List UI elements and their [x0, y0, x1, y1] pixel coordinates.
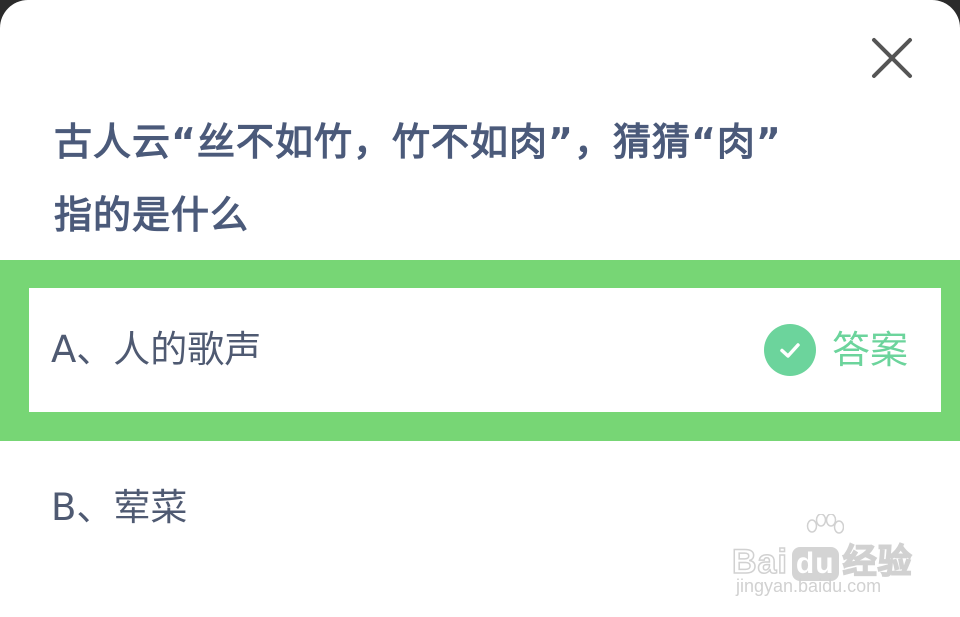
quiz-dialog: 古人云“丝不如竹，竹不如肉”，猜猜“肉” 指的是什么 A、人的歌声 答案 B、荤… [0, 0, 960, 617]
option-b[interactable]: B、荤菜 [29, 446, 941, 570]
option-a-label: A、人的歌声 [51, 328, 262, 371]
close-icon [872, 38, 912, 78]
close-button[interactable] [868, 34, 916, 82]
watermark-domain: jingyan.baidu.com [736, 576, 882, 596]
option-b-label: B、荤菜 [51, 486, 188, 529]
answer-label: 答案 [831, 328, 908, 372]
option-a[interactable]: A、人的歌声 答案 [29, 288, 941, 412]
question-text: 古人云“丝不如竹，竹不如肉”，猜猜“肉” 指的是什么 [54, 106, 914, 252]
check-icon [763, 324, 816, 376]
question-line-1: 古人云“丝不如竹，竹不如肉”，猜猜“肉” [54, 120, 782, 164]
answer-indicator: 答案 [763, 288, 908, 412]
question-line-2: 指的是什么 [54, 193, 250, 237]
